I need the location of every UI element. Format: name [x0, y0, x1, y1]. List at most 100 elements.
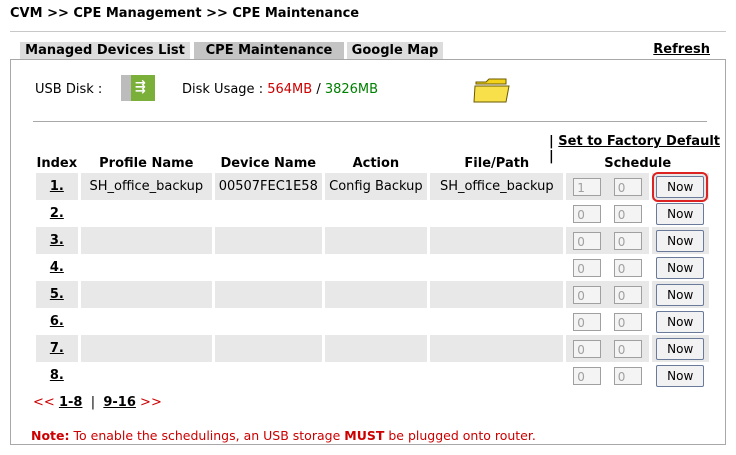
- note-text-part1: To enable the schedulings, an USB storag…: [73, 428, 341, 443]
- top-divider: [10, 31, 726, 32]
- schedule-field-1: 0: [573, 366, 602, 385]
- usb-disk-label: USB Disk :: [35, 82, 103, 97]
- row-file-path: [427, 200, 565, 227]
- pagination: << 1-8 | 9-16 >>: [33, 395, 162, 410]
- row-index-link[interactable]: 3.: [33, 227, 80, 254]
- now-button[interactable]: Now: [656, 310, 705, 333]
- row-file-path: [427, 362, 565, 389]
- breadcrumb: CVM >> CPE Management >> CPE Maintenance: [10, 6, 360, 21]
- maintenance-panel: USB Disk : ⇶ Disk Usage : 564MB / 3826MB…: [10, 59, 726, 445]
- row-schedule: 0 0: [563, 335, 651, 362]
- row-profile-name: [77, 281, 214, 308]
- schedule-field-2: 0: [613, 231, 642, 250]
- table-row: 3. 0 0 Now: [33, 227, 709, 254]
- now-button[interactable]: Now: [656, 256, 705, 279]
- row-file-path: SH_office_backup: [427, 173, 565, 200]
- row-action-cell: Now: [648, 171, 709, 202]
- row-action-cell: Now: [648, 200, 709, 227]
- row-device-name: [211, 362, 324, 389]
- table-row: 8. 0 0 Now: [33, 362, 709, 389]
- row-action-cell: Now: [648, 227, 709, 254]
- table-row: 1. SH_office_backup 00507FEC1E58 Config Bac…: [33, 171, 709, 202]
- refresh-link[interactable]: Refresh: [653, 42, 710, 57]
- row-action: [321, 362, 429, 389]
- now-button[interactable]: Now: [656, 229, 705, 252]
- schedule-field-2: 0: [613, 204, 642, 223]
- pager-next[interactable]: >>: [140, 395, 162, 410]
- row-schedule: 0 0: [563, 308, 651, 335]
- pager-prev[interactable]: <<: [33, 395, 55, 410]
- row-profile-name: [77, 227, 214, 254]
- schedule-field-1: 0: [573, 204, 602, 223]
- row-index-link[interactable]: 5.: [33, 281, 80, 308]
- row-index-link[interactable]: 4.: [33, 254, 80, 281]
- row-device-name: [211, 335, 324, 362]
- table-row: 6. 0 0 Now: [33, 308, 709, 335]
- row-profile-name: [77, 200, 214, 227]
- tab-cpe-maintenance[interactable]: CPE Maintenance: [194, 42, 344, 59]
- schedule-field-1: 0: [573, 312, 602, 331]
- tab-google-map[interactable]: Google Map: [347, 42, 443, 59]
- row-action-cell: Now: [648, 335, 709, 362]
- schedule-field-1: 1: [573, 177, 602, 196]
- schedule-field-2: 0: [613, 258, 642, 277]
- schedule-field-1: 0: [573, 339, 602, 358]
- row-action: [321, 227, 429, 254]
- row-index-link[interactable]: 7.: [33, 335, 80, 362]
- pager-separator: |: [90, 395, 96, 410]
- row-index-link[interactable]: 8.: [33, 362, 80, 389]
- row-profile-name: [77, 308, 214, 335]
- schedule-field-1: 0: [573, 231, 602, 250]
- usb-icon: ⇶: [121, 75, 155, 101]
- header-device-name: Device Name: [211, 154, 324, 173]
- row-index-link[interactable]: 6.: [33, 308, 80, 335]
- now-button[interactable]: Now: [656, 364, 705, 387]
- tab-bar: Managed Devices List CPE Maintenance Goo…: [10, 42, 726, 59]
- row-profile-name: [77, 335, 214, 362]
- row-action: [321, 200, 429, 227]
- set-factory-default-link[interactable]: Set to Factory Default: [558, 134, 720, 149]
- now-button[interactable]: Now: [652, 171, 709, 202]
- row-index-link[interactable]: 1.: [33, 173, 80, 200]
- row-file-path: [427, 254, 565, 281]
- table-header-row: Index Profile Name Device Name Action Fi…: [33, 154, 709, 173]
- folder-icon[interactable]: [473, 76, 511, 104]
- header-action: Action: [321, 154, 429, 173]
- row-schedule: 0 0: [563, 254, 651, 281]
- disk-total-value: 3826MB: [324, 82, 379, 97]
- now-button[interactable]: Now: [656, 283, 705, 306]
- table-row: 4. 0 0 Now: [33, 254, 709, 281]
- section-divider: [33, 121, 707, 122]
- header-schedule: Schedule: [563, 154, 709, 173]
- row-profile-name: [77, 362, 214, 389]
- schedule-field-2: 0: [613, 366, 642, 385]
- schedule-field-1: 0: [573, 258, 602, 277]
- maintenance-table: Index Profile Name Device Name Action Fi…: [33, 154, 709, 389]
- schedule-field-2: 0: [613, 339, 642, 358]
- row-profile-name: SH_office_backup: [77, 173, 214, 200]
- disk-usage: Disk Usage : 564MB / 3826MB: [182, 82, 378, 97]
- now-button[interactable]: Now: [656, 202, 705, 225]
- tab-managed-devices-list[interactable]: Managed Devices List: [20, 42, 190, 59]
- pager-page-9-16[interactable]: 9-16: [103, 395, 136, 410]
- row-schedule: 1 0: [563, 173, 651, 200]
- disk-usage-label: Disk Usage :: [182, 82, 264, 97]
- row-schedule: 0 0: [563, 200, 651, 227]
- row-action-cell: Now: [648, 308, 709, 335]
- schedule-field-2: 0: [613, 177, 642, 196]
- schedule-field-2: 0: [613, 312, 642, 331]
- row-schedule: 0 0: [563, 227, 651, 254]
- row-action: [321, 281, 429, 308]
- row-action-cell: Now: [648, 254, 709, 281]
- disk-separator: /: [316, 82, 321, 97]
- row-index-link[interactable]: 2.: [33, 200, 80, 227]
- now-button[interactable]: Now: [656, 337, 705, 360]
- note-text: Note: To enable the schedulings, an USB …: [31, 428, 536, 443]
- row-file-path: [427, 335, 565, 362]
- row-schedule: 0 0: [563, 281, 651, 308]
- pager-page-1-8[interactable]: 1-8: [59, 395, 83, 410]
- row-action-cell: Now: [648, 281, 709, 308]
- row-device-name: [211, 227, 324, 254]
- row-action: [321, 254, 429, 281]
- row-action-cell: Now: [648, 362, 709, 389]
